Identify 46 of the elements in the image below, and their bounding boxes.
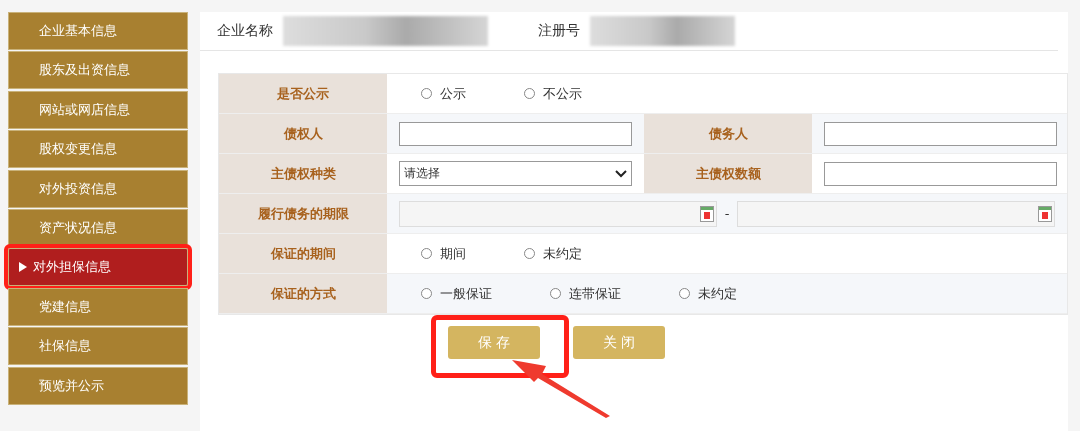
calendar-icon[interactable] — [1038, 205, 1052, 222]
input-field[interactable] — [824, 161, 1057, 186]
radio-icon[interactable] — [524, 88, 535, 99]
range-separator: - — [724, 206, 730, 221]
radio-option[interactable]: 未约定 — [679, 284, 737, 303]
radio-option[interactable]: 不公示 — [524, 84, 582, 103]
date-field[interactable] — [399, 200, 717, 227]
field-label: 债权人 — [219, 114, 387, 153]
sidebar-item[interactable]: 对外投资信息 — [8, 169, 188, 208]
sidebar-item[interactable]: 党建信息 — [8, 287, 188, 326]
radio-icon[interactable] — [550, 288, 561, 299]
date-field[interactable] — [737, 200, 1055, 227]
sidebar-item[interactable]: 社保信息 — [8, 327, 188, 366]
sidebar-item[interactable]: 企业基本信息 — [8, 12, 188, 50]
sidebar-item[interactable]: 预览并公示 — [8, 366, 188, 405]
chevron-down-icon — [615, 169, 627, 178]
radio-option[interactable]: 一般保证 — [421, 284, 492, 303]
radio-icon[interactable] — [421, 88, 432, 99]
radio-option[interactable]: 公示 — [421, 84, 466, 103]
field-label: 注册号 — [538, 22, 580, 40]
sidebar-item[interactable]: 股东及出资信息 — [8, 51, 188, 90]
select-field[interactable]: 请选择 — [399, 161, 632, 186]
field-label: 主债权数额 — [644, 154, 812, 193]
input-field[interactable] — [824, 121, 1057, 146]
radio-option[interactable]: 连带保证 — [550, 284, 621, 303]
radio-option[interactable]: 未约定 — [524, 244, 582, 263]
radio-option[interactable]: 期间 — [421, 244, 466, 263]
action-button[interactable]: 关 闭 — [573, 326, 665, 359]
sidebar-item[interactable]: 网站或网店信息 — [8, 90, 188, 129]
sidebar-item[interactable]: 资产状况信息 — [8, 208, 188, 247]
field-label: 企业名称 — [217, 22, 273, 40]
radio-icon[interactable] — [679, 288, 690, 299]
radio-icon[interactable] — [524, 248, 535, 259]
action-button[interactable]: 保 存 — [448, 326, 540, 359]
input-field[interactable] — [399, 121, 632, 146]
field-label: 是否公示 — [219, 74, 387, 113]
radio-icon[interactable] — [421, 288, 432, 299]
calendar-icon[interactable] — [699, 205, 714, 222]
triangle-icon — [19, 262, 27, 273]
field-label: 保证的方式 — [219, 274, 387, 313]
field-label: 保证的期间 — [219, 234, 387, 273]
field-label: 债务人 — [644, 114, 812, 153]
sidebar-item[interactable]: 股权变更信息 — [8, 130, 188, 169]
radio-icon[interactable] — [421, 248, 432, 259]
field-label: 主债权种类 — [219, 154, 387, 193]
field-label: 履行债务的期限 — [219, 194, 387, 233]
